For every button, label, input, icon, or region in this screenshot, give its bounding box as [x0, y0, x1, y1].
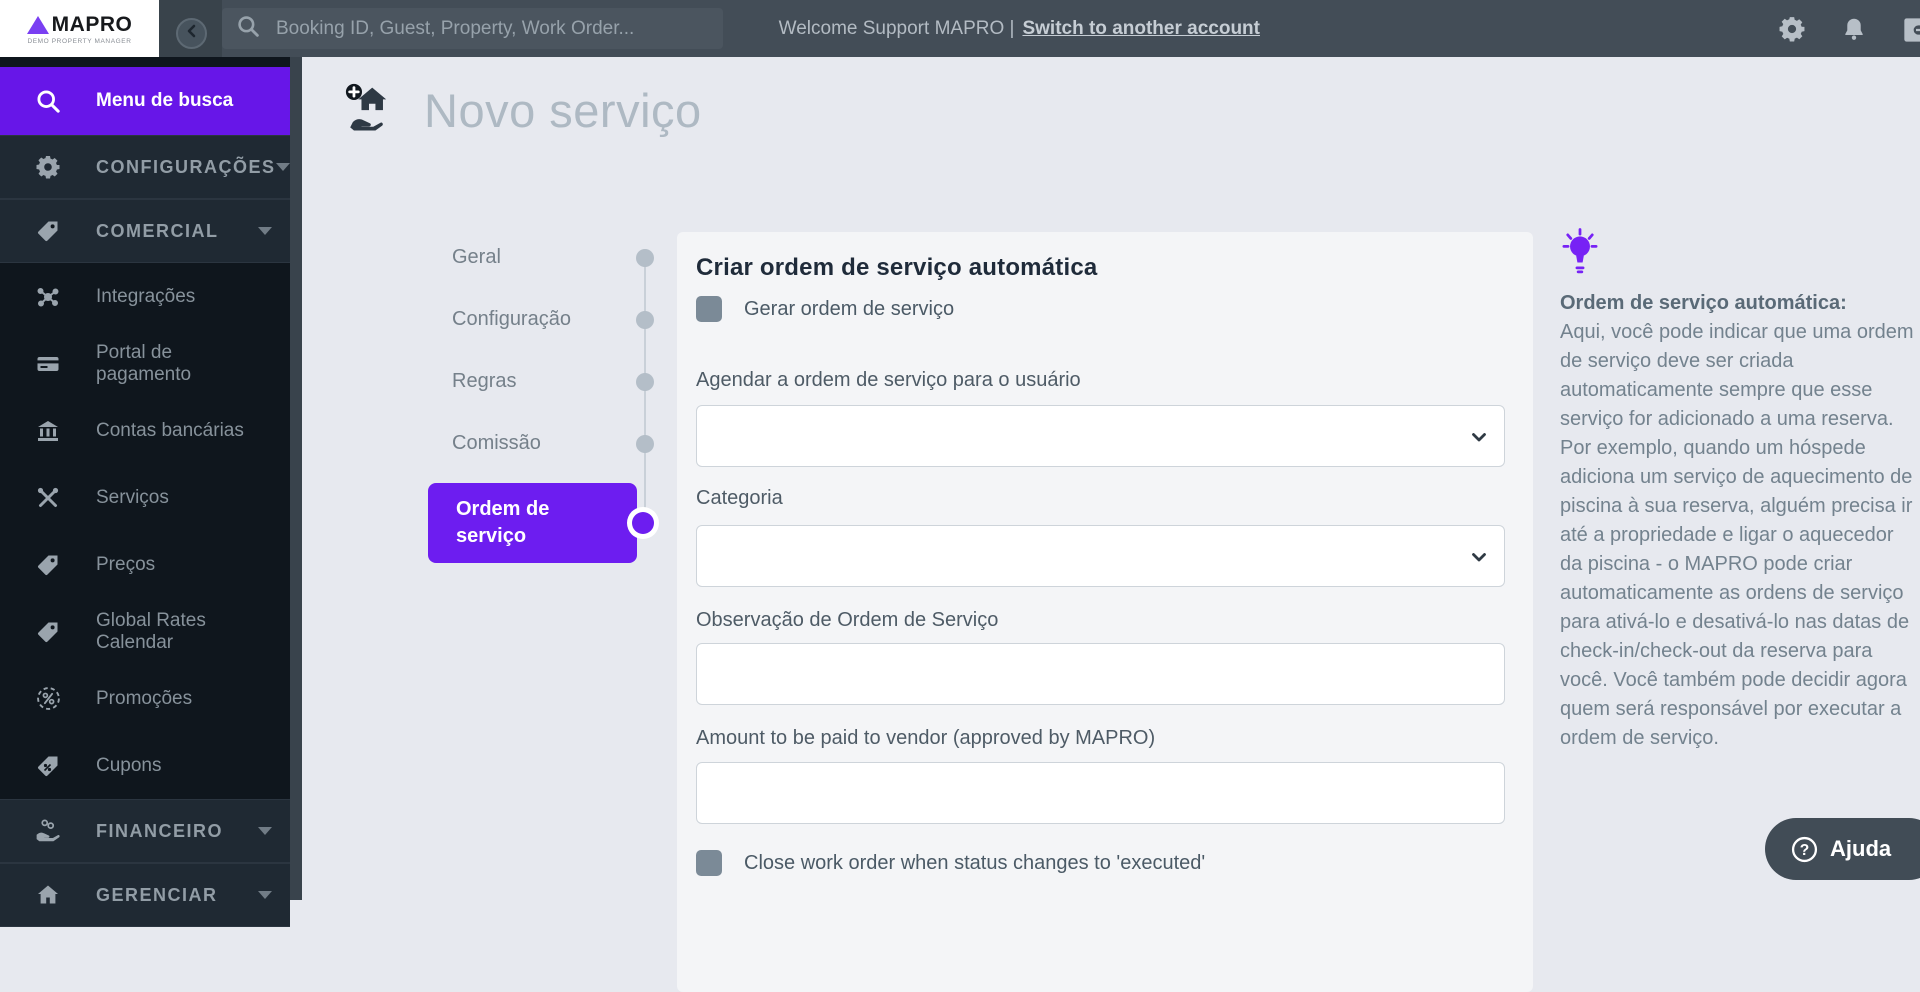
global-search-input[interactable] — [276, 17, 709, 40]
sign-out-icon[interactable] — [1902, 16, 1920, 49]
sidebar-item-integracoes[interactable]: Integrações — [0, 263, 290, 330]
crossed-tools-icon — [0, 486, 96, 510]
work-order-note-label: Observação de Ordem de Serviço — [696, 609, 999, 631]
search-icon — [0, 88, 96, 114]
app-logo[interactable]: MAPRO DEMO PROPERTY MANAGER — [0, 0, 159, 57]
help-panel: Ordem de serviço automática: Aqui, você … — [1560, 228, 1920, 753]
vendor-amount-label: Amount to be paid to vendor (approved by… — [696, 727, 1156, 749]
step-geral[interactable]: Geral — [452, 246, 501, 269]
step-dot[interactable] — [636, 435, 654, 453]
sidebar-item-comercial[interactable]: COMERCIAL — [0, 199, 290, 263]
sidebar-item-cupons[interactable]: Cupons — [0, 732, 290, 799]
new-service-icon — [340, 79, 398, 142]
generate-work-order-checkbox[interactable] — [696, 296, 722, 322]
house-icon — [0, 883, 96, 907]
help-body-text: Aqui, você pode indicar que uma ordem de… — [1560, 321, 1914, 749]
coupon-icon — [0, 754, 96, 778]
step-configuracao[interactable]: Configuração — [452, 308, 571, 331]
lightbulb-icon — [1560, 261, 1600, 278]
sidebar-collapse-button[interactable] — [176, 18, 207, 49]
welcome-text: Welcome Support MAPRO | — [778, 17, 1015, 39]
chevron-down-icon — [1470, 428, 1488, 451]
chevron-down-icon — [258, 891, 272, 899]
assign-user-label: Agendar a ordem de serviço para o usuári… — [696, 369, 1081, 391]
hand-coins-icon — [0, 818, 96, 844]
percent-circle-icon — [0, 686, 96, 711]
step-ordem-de-servico[interactable]: Ordem de serviço — [428, 483, 637, 563]
sidebar-item-servicos[interactable]: Serviços — [0, 464, 290, 531]
global-search — [222, 8, 723, 49]
vendor-amount-input[interactable] — [696, 762, 1505, 824]
category-select[interactable] — [696, 525, 1505, 587]
bank-icon — [0, 419, 96, 443]
credit-card-icon — [0, 352, 96, 376]
assign-user-select[interactable] — [696, 405, 1505, 467]
page-title: Novo serviço — [424, 84, 702, 137]
sidebar-item-global-rates-calendar[interactable]: Global Rates Calendar — [0, 598, 290, 665]
logo-triangle-icon — [26, 15, 49, 34]
sidebar-item-financeiro[interactable]: FINANCEIRO — [0, 799, 290, 863]
step-dot[interactable] — [636, 249, 654, 267]
category-label: Categoria — [696, 487, 783, 509]
question-circle-icon — [1791, 836, 1818, 863]
step-comissao[interactable]: Comissão — [452, 432, 541, 455]
sidebar-shadow-strip — [290, 57, 302, 900]
chevron-down-icon — [275, 163, 290, 171]
switch-account-link[interactable]: Switch to another account — [1022, 18, 1260, 40]
sidebar-item-gerenciar[interactable]: GERENCIAR — [0, 863, 290, 927]
search-icon — [236, 14, 260, 43]
close-work-order-label: Close work order when status changes to … — [744, 851, 1206, 874]
top-bar: MAPRO DEMO PROPERTY MANAGER Welcome Supp… — [0, 0, 1920, 57]
step-dot[interactable] — [636, 373, 654, 391]
tag-icon — [0, 219, 96, 243]
tag-icon — [0, 620, 96, 644]
sidebar-item-configuracoes[interactable]: CONFIGURAÇÕES — [0, 135, 290, 199]
work-order-form-panel: Criar ordem de serviço automática Gerar … — [677, 232, 1533, 992]
gear-icon — [0, 155, 96, 179]
sidebar-nav: Menu de busca CONFIGURAÇÕES COMERCIAL In… — [0, 57, 290, 927]
work-order-note-input[interactable] — [696, 643, 1505, 705]
chevron-down-icon — [1470, 548, 1488, 571]
step-regras[interactable]: Regras — [452, 370, 516, 393]
help-heading: Ordem de serviço automática: — [1560, 292, 1847, 314]
sidebar-item-portal-de-pagamento[interactable]: Portal de pagamento — [0, 330, 290, 397]
logo-tagline: DEMO PROPERTY MANAGER — [27, 37, 132, 45]
chevron-down-icon — [258, 227, 272, 235]
main-content: Novo serviço Geral Configuração Regras C… — [302, 57, 1920, 992]
step-dot-active[interactable] — [632, 512, 654, 534]
sidebar-item-menu-de-busca[interactable]: Menu de busca — [0, 67, 290, 135]
integrations-hub-icon — [0, 285, 96, 309]
chevron-down-icon — [258, 827, 272, 835]
logo-brand-text: MAPRO — [51, 12, 133, 36]
help-button[interactable]: Ajuda — [1765, 818, 1920, 880]
sidebar-item-precos[interactable]: Preços — [0, 531, 290, 598]
tag-icon — [0, 553, 96, 577]
generate-work-order-label: Gerar ordem de serviço — [744, 297, 955, 320]
form-heading: Criar ordem de serviço automática — [696, 254, 1098, 281]
sidebar-item-promocoes[interactable]: Promoções — [0, 665, 290, 732]
chevron-left-icon — [184, 23, 200, 44]
step-dot[interactable] — [636, 311, 654, 329]
close-work-order-checkbox[interactable] — [696, 850, 722, 876]
notifications-bell-icon[interactable] — [1841, 16, 1867, 47]
gear-icon[interactable] — [1779, 16, 1805, 47]
sidebar-item-contas-bancarias[interactable]: Contas bancárias — [0, 397, 290, 464]
